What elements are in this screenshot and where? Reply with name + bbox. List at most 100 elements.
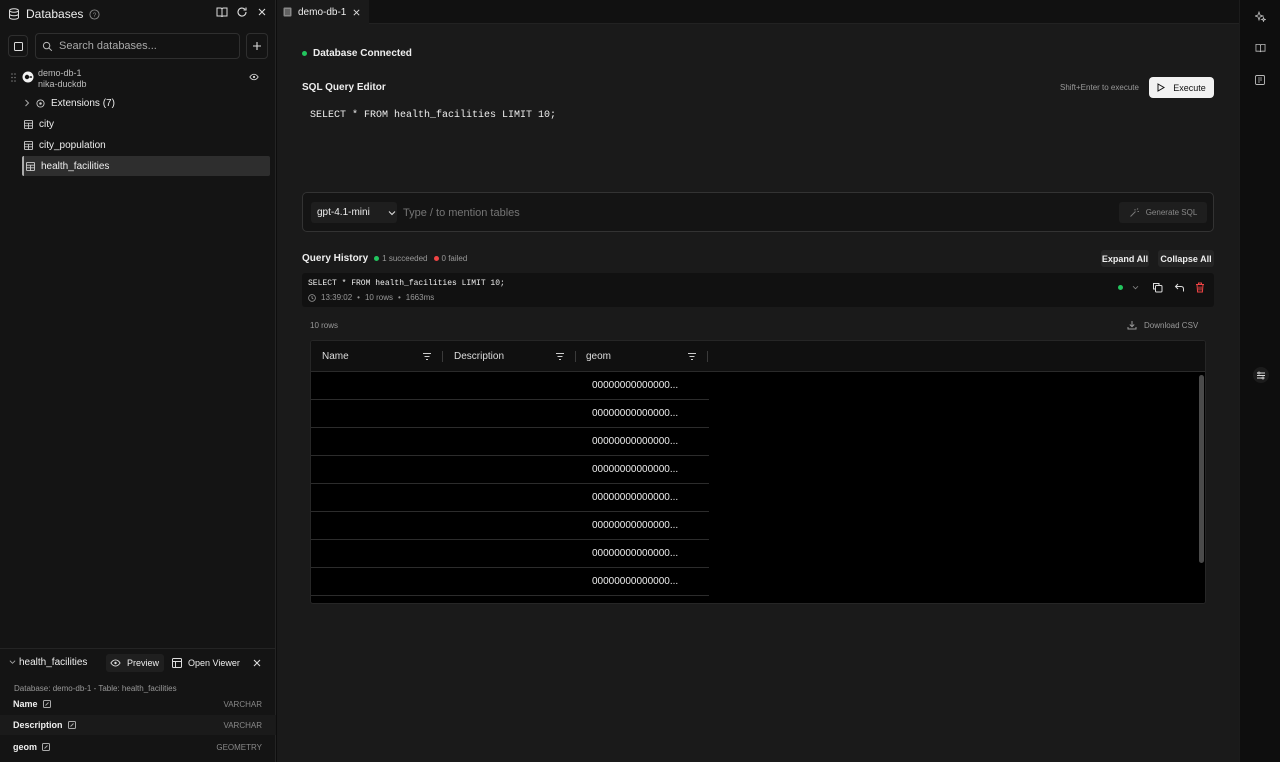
extensions-label: Extensions (7) <box>51 97 115 109</box>
play-icon <box>1157 83 1166 92</box>
eye-icon[interactable] <box>249 73 259 81</box>
download-csv-label: Download CSV <box>1144 320 1199 330</box>
edit-icon[interactable] <box>42 700 51 708</box>
plus-icon <box>252 41 262 51</box>
table-row[interactable]: 00000000000000... <box>311 372 709 400</box>
connection-status: Database Connected <box>302 48 412 59</box>
eye-icon <box>110 659 121 667</box>
history-time: 13:39:02 <box>321 293 353 302</box>
ai-prompt-input[interactable] <box>403 204 803 222</box>
scrollbar-thumb[interactable] <box>1199 375 1204 563</box>
results-header: Name Description geom <box>311 341 1205 372</box>
table-row[interactable]: 00000000000000... <box>311 484 709 512</box>
panel-table-name: health_facilities <box>19 657 88 668</box>
table-row[interactable]: 00000000000000... <box>311 568 709 596</box>
database-item[interactable]: demo-db-1 nika-duckdb <box>8 64 270 92</box>
tab-label: demo-db-1 <box>298 6 347 18</box>
tree-table-city[interactable]: city <box>22 114 270 134</box>
history-duration: 1663ms <box>405 293 435 302</box>
chevron-right-icon <box>24 99 30 107</box>
close-tab-icon[interactable] <box>352 8 361 17</box>
open-viewer-label: Open Viewer <box>188 658 240 668</box>
column-header-name[interactable]: Name <box>322 341 349 372</box>
expand-all-button[interactable]: Expand All <box>1101 250 1149 267</box>
help-icon[interactable]: ? <box>89 8 100 20</box>
search-icon <box>42 41 53 52</box>
column-header-geom[interactable]: geom <box>586 341 611 372</box>
chevron-down-icon[interactable] <box>1132 285 1139 290</box>
result-row-count: 10 rows <box>310 321 339 330</box>
drag-handle-icon[interactable] <box>11 73 16 82</box>
column-name: Name <box>13 699 38 709</box>
model-select[interactable]: gpt-4.1-mini <box>311 202 397 223</box>
svg-text:?: ? <box>93 11 97 18</box>
execute-label: Execute <box>1173 82 1206 93</box>
square-icon <box>13 41 23 51</box>
execute-hint: Shift+Enter to execute <box>1060 83 1139 92</box>
column-type: VARCHAR <box>223 699 262 709</box>
magic-wand-icon <box>1129 207 1139 218</box>
settings-panel-icon[interactable] <box>1253 367 1269 383</box>
tab-bar: demo-db-1 <box>277 0 1239 24</box>
column-row: Description VARCHAR <box>0 715 276 735</box>
generate-sql-label: Generate SQL <box>1145 208 1198 217</box>
table-label: city_population <box>39 139 106 151</box>
database-name: demo-db-1 <box>38 68 82 78</box>
preview-button[interactable]: Preview <box>106 654 164 672</box>
database-engine: nika-duckdb <box>38 79 87 89</box>
history-rows: 10 rows <box>364 293 393 302</box>
preview-label: Preview <box>127 658 160 668</box>
filter-icon[interactable] <box>422 352 432 361</box>
tab-demo-db-1[interactable]: demo-db-1 <box>277 0 370 24</box>
column-name: geom <box>13 742 38 752</box>
column-type: VARCHAR <box>223 720 262 730</box>
sparkles-icon[interactable] <box>1252 8 1268 24</box>
add-database-button[interactable] <box>246 33 268 59</box>
execute-button[interactable]: Execute <box>1149 77 1214 98</box>
copy-icon[interactable] <box>1152 282 1163 293</box>
sidebar-title: Databases <box>26 7 84 21</box>
failed-badge: 0 failed <box>433 254 467 263</box>
table-row[interactable]: 00000000000000... <box>311 400 709 428</box>
tree-table-city-population[interactable]: city_population <box>22 135 270 155</box>
history-header: Query History 1 succeeded 0 failed <box>302 253 467 264</box>
generate-sql-button[interactable]: Generate SQL <box>1119 202 1207 223</box>
book-icon[interactable] <box>1252 40 1268 56</box>
tree-extensions[interactable]: Extensions (7) <box>22 93 270 113</box>
search-input[interactable] <box>59 40 229 52</box>
chevron-down-icon[interactable] <box>9 659 16 665</box>
table-row[interactable]: 00000000000000... <box>311 540 709 568</box>
model-label: gpt-4.1-mini <box>317 207 370 218</box>
table-row[interactable]: 00000000000000... <box>311 428 709 456</box>
notebook-icon[interactable] <box>1252 72 1268 88</box>
close-icon[interactable] <box>252 658 262 668</box>
refresh-icon[interactable] <box>236 6 248 18</box>
duckdb-logo-icon <box>22 71 34 83</box>
panel-breadcrumb: Database: demo-db-1 - Table: health_faci… <box>14 684 177 693</box>
column-row: Name VARCHAR <box>0 694 276 714</box>
book-open-icon[interactable] <box>216 6 228 18</box>
download-csv-button[interactable]: Download CSV <box>1127 320 1198 330</box>
select-all-checkbox[interactable] <box>8 35 28 57</box>
close-icon[interactable] <box>256 6 268 18</box>
geom-cell: 00000000000000... <box>592 492 679 503</box>
restore-icon[interactable] <box>1174 282 1185 293</box>
filter-icon[interactable] <box>555 352 565 361</box>
table-row[interactable]: 00000000000000... <box>311 456 709 484</box>
table-label: health_facilities <box>41 160 110 172</box>
table-details-panel: health_facilities Preview Open Viewer Da… <box>0 648 276 762</box>
column-type: GEOMETRY <box>216 742 262 752</box>
history-entry[interactable]: SELECT * FROM health_facilities LIMIT 10… <box>302 273 1214 307</box>
status-text: Database Connected <box>313 48 412 59</box>
open-viewer-button[interactable]: Open Viewer <box>172 654 244 672</box>
table-row[interactable]: 00000000000000... <box>311 512 709 540</box>
edit-icon[interactable] <box>67 721 76 729</box>
right-rail <box>1239 0 1280 762</box>
filter-icon[interactable] <box>687 352 697 361</box>
tree-table-health-facilities[interactable]: health_facilities <box>22 156 270 176</box>
collapse-all-button[interactable]: Collapse All <box>1158 250 1214 267</box>
sql-editor[interactable]: SELECT * FROM health_facilities LIMIT 10… <box>310 110 1210 170</box>
trash-icon[interactable] <box>1195 282 1205 293</box>
column-header-description[interactable]: Description <box>454 341 504 372</box>
edit-icon[interactable] <box>42 743 51 751</box>
